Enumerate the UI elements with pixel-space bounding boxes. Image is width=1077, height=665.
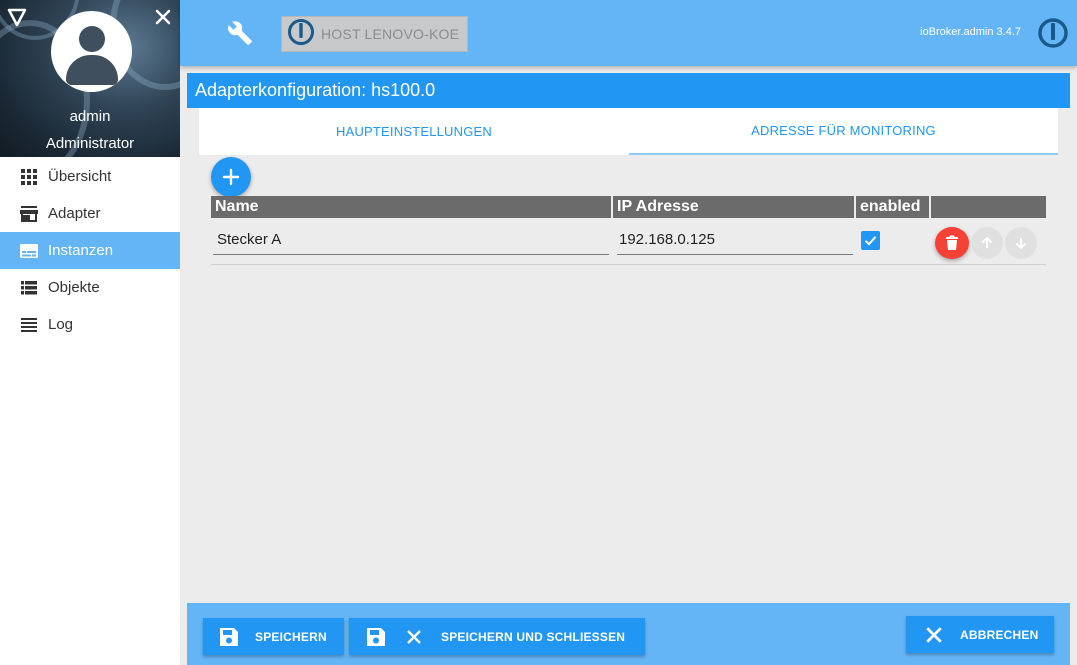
move-up-button[interactable] [971, 227, 1003, 259]
cancel-button-label: ABBRECHEN [960, 627, 1039, 642]
user-name: admin [69, 108, 111, 125]
footer-toolbar: SPEICHERN SPEICHERN UND SCHLIESSEN ABBRE… [187, 603, 1070, 665]
sidebar-item-instanzen[interactable]: Instanzen [0, 232, 180, 269]
enabled-checkbox[interactable] [861, 231, 880, 250]
host-selector-button[interactable]: HOST LENOVO-KOE [281, 16, 468, 52]
close-icon [404, 627, 424, 647]
sidebar-item-log[interactable]: Log [0, 306, 180, 343]
sidebar-item-label: Log [48, 316, 74, 333]
store-icon [20, 205, 38, 223]
ip-address-input[interactable]: 192.168.0.125 [617, 229, 853, 255]
sidebar-item-label: Adapter [48, 205, 101, 222]
wrench-icon[interactable] [227, 20, 253, 46]
floppy-disk-icon [219, 627, 239, 647]
column-header-ip: IP Adresse [613, 196, 856, 218]
view-list-icon [20, 279, 38, 297]
user-profile-header: admin Administrator [0, 0, 180, 157]
sidebar-item-label: Objekte [48, 279, 100, 296]
user-role: Administrator [45, 135, 135, 152]
check-icon [864, 236, 877, 246]
lines-icon [20, 316, 38, 334]
top-toolbar: HOST LENOVO-KOE ioBroker.admin 3.4.7 [180, 0, 1077, 66]
iobroker-brand-icon [1037, 17, 1069, 54]
main-area: HOST LENOVO-KOE ioBroker.admin 3.4.7 Ada… [180, 0, 1077, 665]
column-header-name: Name [211, 196, 613, 218]
page-title: Adapterkonfiguration: hs100.0 [187, 73, 1070, 108]
sidebar-item-label: Instanzen [48, 242, 114, 259]
sidebar: admin Administrator Übersicht Adapter In… [0, 0, 180, 665]
sidebar-item-objekte[interactable]: Objekte [0, 269, 180, 306]
save-button-label: SPEICHERN [255, 629, 327, 644]
tab-haupteinstellungen[interactable]: HAUPTEINSTELLUNGEN [199, 108, 629, 155]
floppy-disk-icon [366, 627, 386, 647]
arrow-down-icon [1015, 238, 1027, 250]
host-label: HOST LENOVO-KOE [321, 26, 460, 42]
column-header-actions [931, 196, 1046, 218]
tab-adresse-monitoring[interactable]: ADRESSE FÜR MONITORING [629, 108, 1058, 155]
sidebar-item-label: Übersicht [48, 168, 112, 185]
close-icon [924, 625, 944, 645]
table-header: Name IP Adresse enabled [211, 196, 1046, 218]
grid-icon [20, 168, 38, 186]
delete-row-button[interactable] [935, 227, 969, 259]
add-row-button[interactable] [211, 157, 251, 197]
plus-icon [222, 168, 240, 186]
trash-icon [946, 235, 958, 250]
subtitles-icon [20, 242, 38, 260]
version-label: ioBroker.admin 3.4.7 [920, 26, 1021, 38]
name-input[interactable]: Stecker A [213, 229, 609, 255]
save-button[interactable]: SPEICHERN [203, 618, 344, 655]
tab-bar: HAUPTEINSTELLUNGEN ADRESSE FÜR MONITORIN… [199, 108, 1058, 155]
arrow-up-icon [981, 236, 993, 248]
sidebar-item-adapter[interactable]: Adapter [0, 195, 180, 232]
menu-triangle-icon[interactable] [6, 6, 28, 28]
iobroker-logo-icon [287, 18, 315, 51]
avatar [51, 11, 132, 92]
save-and-close-label: SPEICHERN UND SCHLIESSEN [441, 629, 626, 644]
table-row: Stecker A 192.168.0.125 [211, 219, 1046, 265]
sidebar-item-uebersicht[interactable]: Übersicht [0, 158, 180, 195]
move-down-button[interactable] [1005, 227, 1037, 259]
save-and-close-button[interactable]: SPEICHERN UND SCHLIESSEN [349, 618, 645, 655]
column-header-enabled: enabled [856, 196, 931, 218]
close-icon[interactable] [152, 6, 174, 28]
cancel-button[interactable]: ABBRECHEN [906, 616, 1054, 653]
